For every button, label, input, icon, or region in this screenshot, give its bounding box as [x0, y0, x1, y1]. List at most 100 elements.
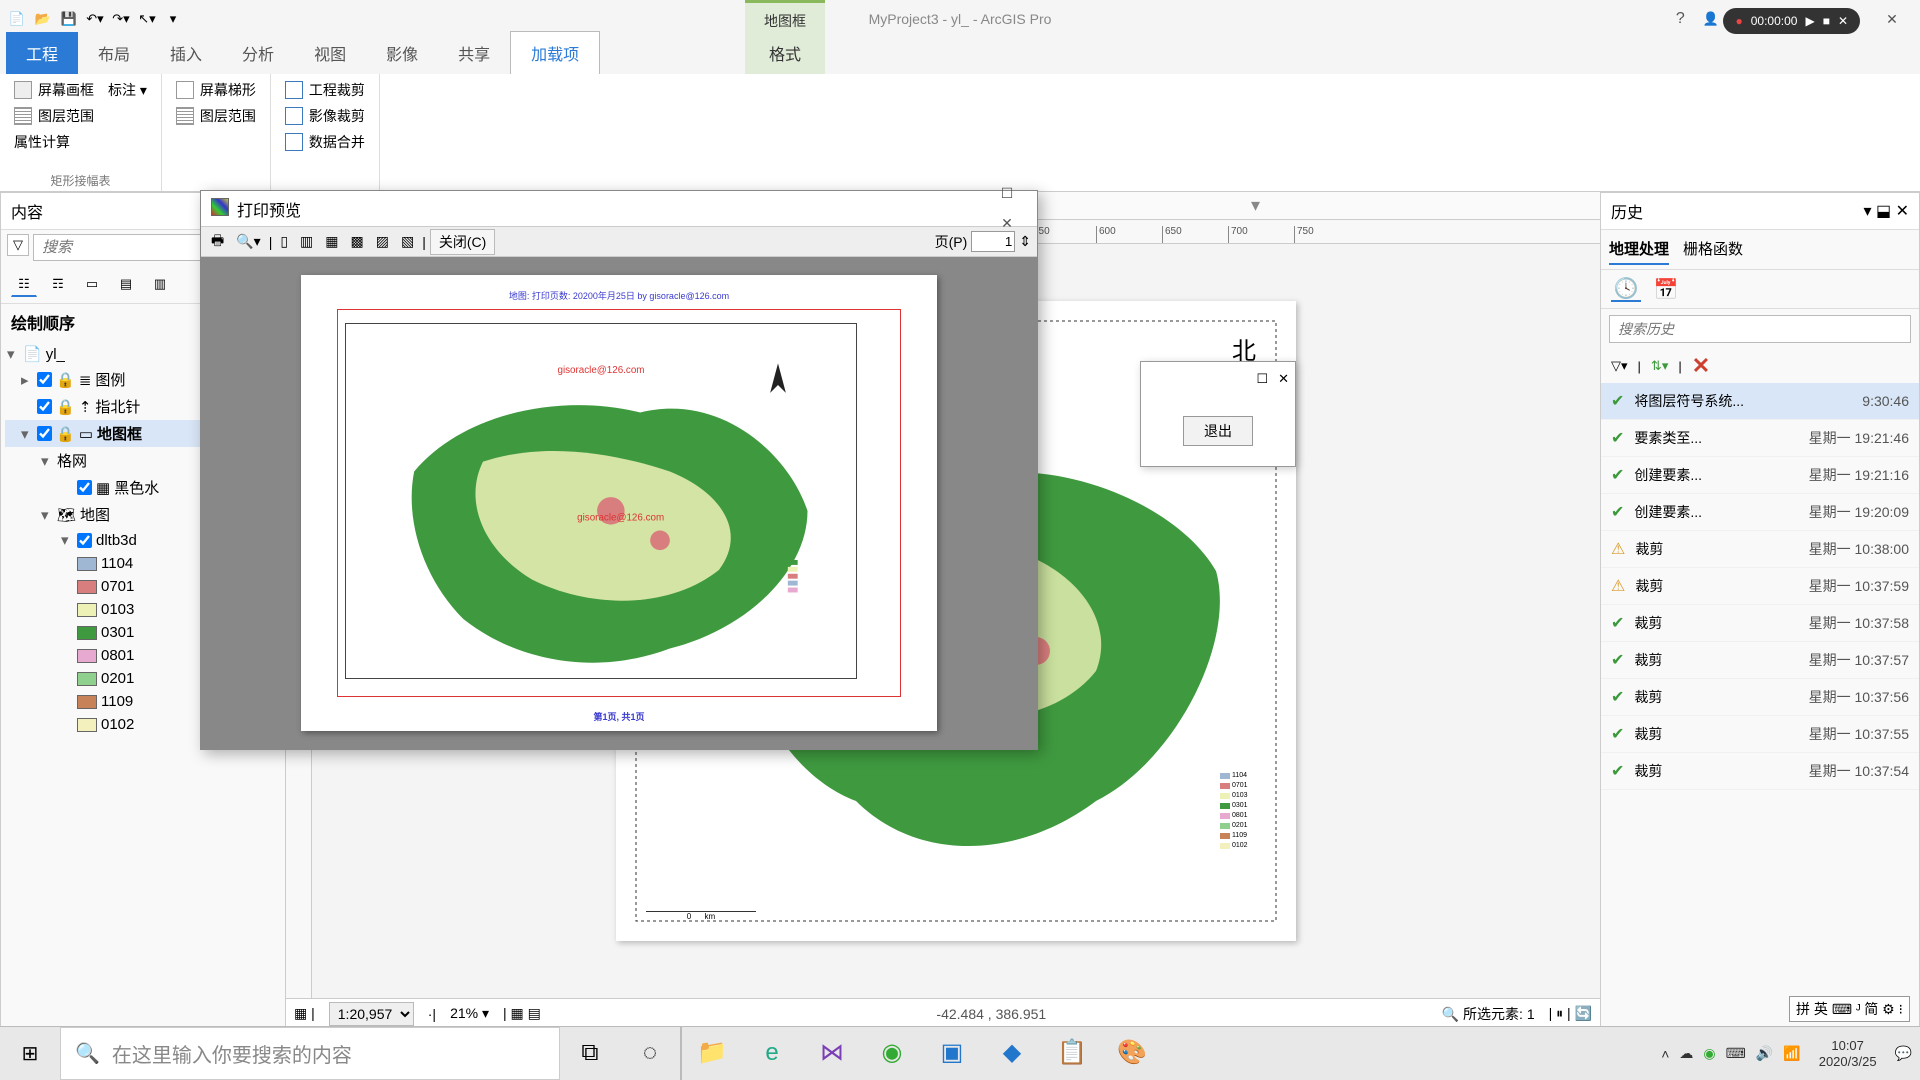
- qat-new-icon[interactable]: 📄: [6, 8, 28, 30]
- task-view-icon[interactable]: ⧉: [560, 1027, 620, 1080]
- tray-lang-icon[interactable]: ⌨: [1726, 1045, 1746, 1062]
- pp-view2-icon[interactable]: ▥: [296, 231, 317, 252]
- ribbon-project-clip[interactable]: 工程裁剪: [281, 78, 369, 102]
- help-icon[interactable]: ?: [1676, 10, 1685, 28]
- edge-icon[interactable]: e: [742, 1027, 802, 1080]
- tab-addin[interactable]: 加载项: [510, 31, 600, 74]
- tray-cloud-icon[interactable]: ☁: [1679, 1045, 1693, 1062]
- tab-project[interactable]: 工程: [6, 32, 78, 74]
- tray-notifications-icon[interactable]: 💬: [1895, 1045, 1912, 1062]
- ribbon-attr-calc[interactable]: 属性计算: [10, 130, 151, 154]
- qat-pointer-icon[interactable]: ↖▾: [136, 8, 158, 30]
- pp-page-spinner[interactable]: ⇕: [1019, 233, 1031, 250]
- statusbar-grid-icon[interactable]: ▦ |: [294, 1005, 315, 1022]
- history-delete-icon[interactable]: ✕: [1692, 353, 1710, 379]
- tab-format[interactable]: 格式: [745, 32, 825, 74]
- pp-zoom-icon[interactable]: 🔍▾: [232, 231, 264, 252]
- cortana-icon[interactable]: ◌: [620, 1027, 680, 1080]
- pp-page-input[interactable]: [971, 231, 1015, 252]
- pp-view1-icon[interactable]: ▯: [276, 231, 292, 252]
- ribbon-data-merge[interactable]: 数据合并: [281, 130, 369, 154]
- history-filter-icon[interactable]: ▽▾: [1611, 358, 1628, 374]
- notes-icon[interactable]: 📋: [1042, 1027, 1102, 1080]
- screen-recorder-overlay[interactable]: ●00:00:00▶■✕: [1723, 8, 1860, 34]
- qat-save-icon[interactable]: 💾: [58, 8, 80, 30]
- history-item[interactable]: ✔裁剪星期一 10:37:56: [1601, 679, 1919, 716]
- toc-list-by-selection-icon[interactable]: ▭: [79, 271, 105, 297]
- toc-list-by-editing-icon[interactable]: ▤: [113, 271, 139, 297]
- history-item[interactable]: ⚠裁剪星期一 10:38:00: [1601, 531, 1919, 568]
- ribbon-screen-frame[interactable]: 屏幕画框: [10, 78, 98, 102]
- scale-select[interactable]: 1:20,957: [329, 1002, 414, 1026]
- start-button[interactable]: ⊞: [0, 1027, 60, 1080]
- pp-print-icon[interactable]: 🖶: [207, 228, 228, 256]
- toc-list-by-source-icon[interactable]: ☶: [45, 271, 71, 297]
- view-dropdown-icon[interactable]: ▾: [1251, 195, 1260, 216]
- tray-clock[interactable]: 10:072020/3/25: [1811, 1038, 1885, 1070]
- ime-toolbar[interactable]: 拼 英 ⌨ ᴶ 简 ⚙ ⁝: [1789, 996, 1910, 1022]
- qat-redo-icon[interactable]: ↷▾: [110, 8, 132, 30]
- history-schedule-icon[interactable]: 📅: [1651, 276, 1681, 302]
- toc-list-by-drawing-icon[interactable]: ☷: [11, 271, 37, 297]
- tab-share[interactable]: 共享: [438, 32, 510, 74]
- ribbon-layer-extent-2[interactable]: 图层范围: [172, 104, 260, 128]
- filter-icon[interactable]: ▽: [7, 234, 29, 256]
- close-button[interactable]: ✕: [1872, 4, 1912, 34]
- history-menu-icon[interactable]: ▾ ⬓ ✕: [1864, 201, 1909, 221]
- pp-view5-icon[interactable]: ▨: [372, 231, 393, 252]
- tray-volume-icon[interactable]: 🔊: [1756, 1045, 1773, 1062]
- layout-legend: 11040701010303010801020111090102: [1220, 771, 1280, 851]
- ribbon-group1-label: 矩形接幅表: [10, 170, 151, 189]
- history-item[interactable]: ⚠裁剪星期一 10:37:59: [1601, 568, 1919, 605]
- print-preview-title: 打印预览: [237, 203, 301, 220]
- history-sort-icon[interactable]: ⇅▾: [1651, 358, 1668, 374]
- qat-more-icon[interactable]: ▾: [162, 8, 184, 30]
- file-explorer-icon[interactable]: 📁: [682, 1027, 742, 1080]
- tray-av-icon[interactable]: ◉: [1703, 1045, 1715, 1062]
- visual-studio-icon[interactable]: ⋈: [802, 1027, 862, 1080]
- pp-view3-icon[interactable]: ▦: [321, 231, 342, 252]
- tray-network-icon[interactable]: 📶: [1783, 1045, 1800, 1062]
- tab-insert[interactable]: 插入: [150, 32, 222, 74]
- qat-undo-icon[interactable]: ↶▾: [84, 8, 106, 30]
- pp-view4-icon[interactable]: ▩: [347, 231, 368, 252]
- qat-open-icon[interactable]: 📂: [32, 8, 54, 30]
- history-tab-raster[interactable]: 栅格函数: [1683, 234, 1743, 265]
- history-item[interactable]: ✔裁剪星期一 10:37:58: [1601, 605, 1919, 642]
- tray-chevron-icon[interactable]: ˄: [1661, 1046, 1669, 1062]
- app2-icon[interactable]: ◆: [982, 1027, 1042, 1080]
- app1-icon[interactable]: ▣: [922, 1027, 982, 1080]
- history-item[interactable]: ✔创建要素...星期一 19:20:09: [1601, 494, 1919, 531]
- tab-imagery[interactable]: 影像: [366, 32, 438, 74]
- ribbon-label-dd[interactable]: 标注 ▾: [104, 78, 151, 102]
- security-icon[interactable]: ◉: [862, 1027, 922, 1080]
- pp-close-menu[interactable]: 关闭(C): [430, 229, 495, 255]
- history-search-input[interactable]: [1609, 315, 1911, 343]
- paint-icon[interactable]: 🎨: [1102, 1027, 1162, 1080]
- tab-analysis[interactable]: 分析: [222, 32, 294, 74]
- app-title: MyProject3 - yl_ - ArcGIS Pro: [869, 11, 1052, 27]
- exit-button[interactable]: 退出: [1183, 416, 1253, 446]
- pp-view6-icon[interactable]: ▧: [397, 231, 418, 252]
- history-item[interactable]: ✔要素类至...星期一 19:21:46: [1601, 420, 1919, 457]
- history-item[interactable]: ✔将图层符号系统...9:30:46: [1601, 383, 1919, 420]
- ribbon-layer-extent-1[interactable]: 图层范围: [10, 104, 151, 128]
- zoom-display[interactable]: 21% ▾: [450, 1005, 489, 1022]
- history-tab-gp[interactable]: 地理处理: [1609, 234, 1669, 265]
- history-recent-icon[interactable]: 🕓: [1611, 276, 1641, 302]
- dialog-max-icon[interactable]: ☐: [1256, 371, 1268, 387]
- tab-view[interactable]: 视图: [294, 32, 366, 74]
- ribbon-image-clip[interactable]: 影像裁剪: [281, 104, 369, 128]
- history-item[interactable]: ✔创建要素...星期一 19:21:16: [1601, 457, 1919, 494]
- history-item[interactable]: ✔裁剪星期一 10:37:54: [1601, 753, 1919, 790]
- toc-list-by-snapping-icon[interactable]: ▥: [147, 271, 173, 297]
- pp-max-button[interactable]: ☐: [987, 179, 1027, 209]
- ribbon-body: 屏幕画框 标注 ▾ 图层范围 属性计算 矩形接幅表 屏幕梯形 图层范围 工程裁剪…: [0, 74, 1920, 192]
- history-title: 历史: [1611, 199, 1643, 223]
- history-item[interactable]: ✔裁剪星期一 10:37:57: [1601, 642, 1919, 679]
- dialog-close-icon[interactable]: ✕: [1278, 371, 1289, 387]
- ribbon-screen-trapezoid[interactable]: 屏幕梯形: [172, 78, 260, 102]
- history-item[interactable]: ✔裁剪星期一 10:37:55: [1601, 716, 1919, 753]
- taskbar-search[interactable]: 🔍 在这里输入你要搜索的内容: [60, 1027, 560, 1080]
- tab-layout[interactable]: 布局: [78, 32, 150, 74]
